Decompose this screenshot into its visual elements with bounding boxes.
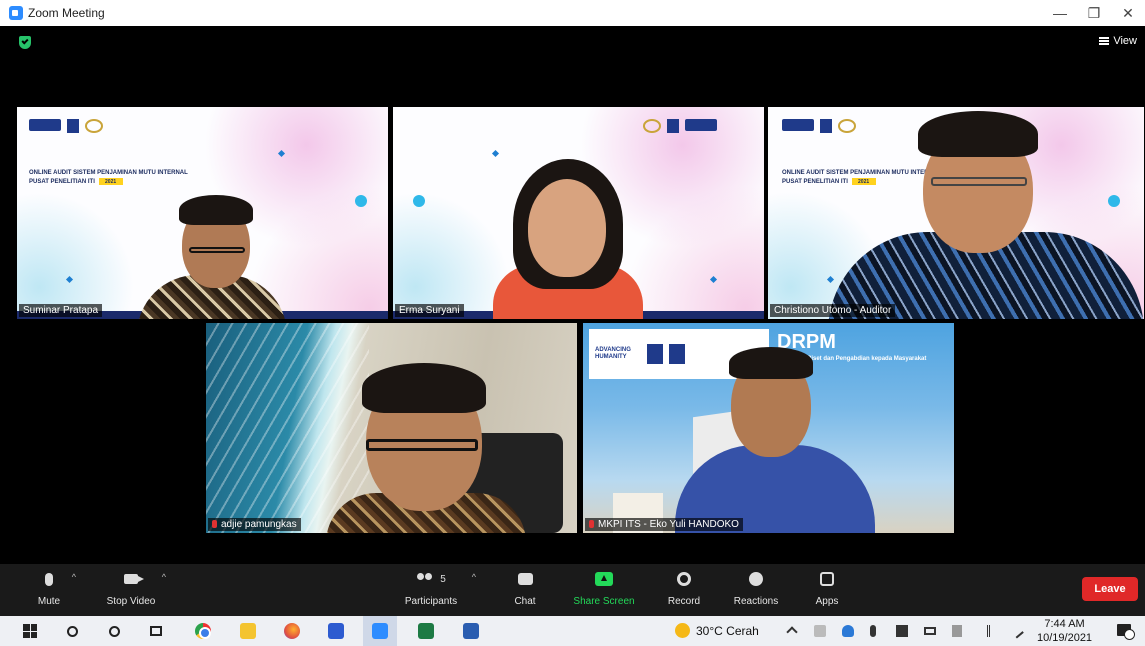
start-button[interactable] — [20, 621, 40, 641]
video-tile-5[interactable]: ADVANCING HUMANITY DRPM Direktorat Riset… — [583, 323, 954, 533]
view-button[interactable]: View — [1099, 35, 1137, 47]
muted-mic-icon — [589, 520, 594, 529]
participant-name-label: Erma Suryani — [395, 304, 464, 317]
search-icon — [66, 625, 78, 637]
notifications-icon[interactable] — [1117, 624, 1135, 640]
decor-star — [491, 149, 500, 158]
microphone-icon — [45, 572, 53, 586]
word-icon — [463, 623, 479, 639]
reactions-icon — [749, 572, 763, 586]
pen-icon[interactable] — [1009, 623, 1024, 639]
apps-button[interactable]: Apps — [794, 570, 860, 607]
cortana-icon — [108, 625, 120, 637]
search-button[interactable] — [62, 621, 82, 641]
record-button[interactable]: Record — [651, 570, 717, 607]
participants-button[interactable]: 5 Participants ^ — [398, 570, 476, 607]
video-tile-3-active-speaker[interactable]: ONLINE AUDIT SISTEM PENJAMINAN MUTU INTE… — [768, 107, 1144, 319]
weather-widget[interactable]: 30°C Cerah — [675, 623, 759, 638]
file-explorer-icon — [240, 623, 256, 639]
weather-text: 30°C Cerah — [696, 623, 759, 638]
title-bar: Zoom Meeting — ❐ ✕ — [0, 0, 1145, 26]
participants-icon — [416, 573, 434, 585]
show-hidden-icons[interactable] — [786, 626, 798, 638]
taskbar-word[interactable] — [461, 621, 481, 641]
windows-taskbar: 30°C Cerah 7:44 AM 10/19/2021 — [0, 616, 1145, 646]
zoom-window: Zoom Meeting — ❐ ✕ View ONLINE AUDIT SIS… — [0, 0, 1145, 646]
taskbar-chrome[interactable] — [193, 621, 213, 641]
taskbar-firefox[interactable] — [282, 621, 302, 641]
slide-logos — [782, 119, 856, 133]
app-icon — [328, 623, 344, 639]
slide-logos — [29, 119, 103, 133]
video-tile-4[interactable]: adjie pamungkas — [206, 323, 577, 533]
apps-icon — [820, 572, 834, 586]
tray-app-icon[interactable] — [814, 625, 826, 637]
window-title: Zoom Meeting — [28, 6, 105, 20]
taskbar-excel[interactable] — [416, 621, 436, 641]
network-icon[interactable] — [952, 625, 962, 637]
decor-star — [65, 275, 74, 284]
reactions-button[interactable]: Reactions — [723, 570, 789, 607]
mute-options-caret[interactable]: ^ — [72, 572, 76, 582]
chat-icon — [517, 573, 533, 585]
taskbar-file-explorer[interactable] — [238, 621, 258, 641]
slide-heading: ONLINE AUDIT SISTEM PENJAMINAN MUTU INTE… — [29, 170, 188, 186]
participant-name-label: Christiono Utomo - Auditor — [770, 304, 896, 317]
decor-dot — [1108, 195, 1120, 207]
restore-button[interactable]: ❐ — [1077, 5, 1111, 22]
excel-icon — [418, 623, 434, 639]
decor-star — [826, 275, 835, 284]
battery-icon[interactable] — [924, 627, 936, 635]
participant-name-label: MKPI ITS - Eko Yuli HANDOKO — [585, 518, 743, 531]
decor-star — [277, 149, 286, 158]
meeting-control-bar: Mute ^ Stop Video ^ 5 Participants ^ Cha… — [0, 564, 1145, 616]
view-label: View — [1113, 35, 1137, 47]
zoom-icon — [372, 623, 388, 639]
encryption-shield-icon[interactable] — [19, 36, 31, 49]
system-clock[interactable]: 7:44 AM 10/19/2021 — [1037, 617, 1092, 645]
onedrive-icon[interactable] — [842, 625, 854, 637]
chat-button[interactable]: Chat — [492, 570, 558, 607]
firefox-icon — [284, 623, 300, 639]
stop-video-button[interactable]: Stop Video ^ — [98, 570, 166, 607]
menu-icon — [1099, 37, 1110, 45]
slide-heading: ONLINE AUDIT SISTEM PENJAMINAN MUTU INTE… — [782, 170, 932, 186]
taskbar-app[interactable] — [326, 621, 346, 641]
tray-app-icon[interactable] — [896, 625, 908, 637]
participant-name-label: adjie pamungkas — [208, 518, 301, 531]
camera-icon — [124, 574, 144, 584]
muted-mic-icon — [212, 520, 217, 529]
meeting-area: View ONLINE AUDIT SISTEM PENJAMINAN MUTU… — [0, 26, 1145, 564]
decor-dot — [355, 195, 367, 207]
decor-star — [709, 275, 718, 284]
participant-name-label: Suminar Pratapa — [19, 304, 103, 317]
participants-options-caret[interactable]: ^ — [472, 572, 476, 582]
chrome-icon — [195, 623, 211, 639]
zoom-app-icon — [9, 6, 23, 20]
windows-logo-icon — [23, 624, 37, 638]
share-screen-icon — [595, 572, 613, 586]
minimize-button[interactable]: — — [1043, 5, 1077, 21]
cortana-button[interactable] — [104, 621, 124, 641]
leave-button[interactable]: Leave — [1082, 577, 1138, 601]
video-tile-1[interactable]: ONLINE AUDIT SISTEM PENJAMINAN MUTU INTE… — [17, 107, 388, 319]
share-screen-button[interactable]: Share Screen — [571, 570, 637, 607]
task-view-icon — [150, 626, 162, 636]
volume-icon[interactable] — [980, 625, 990, 637]
video-options-caret[interactable]: ^ — [162, 572, 166, 582]
video-tile-2[interactable]: Erma Suryani — [393, 107, 764, 319]
slide-logos — [643, 119, 717, 133]
sun-icon — [675, 623, 690, 638]
tray-mic-icon[interactable] — [870, 625, 876, 637]
close-button[interactable]: ✕ — [1111, 5, 1145, 22]
task-view-button[interactable] — [146, 621, 166, 641]
taskbar-zoom[interactable] — [370, 621, 390, 641]
decor-dot — [413, 195, 425, 207]
mute-button[interactable]: Mute ^ — [16, 570, 82, 607]
record-icon — [677, 572, 691, 586]
